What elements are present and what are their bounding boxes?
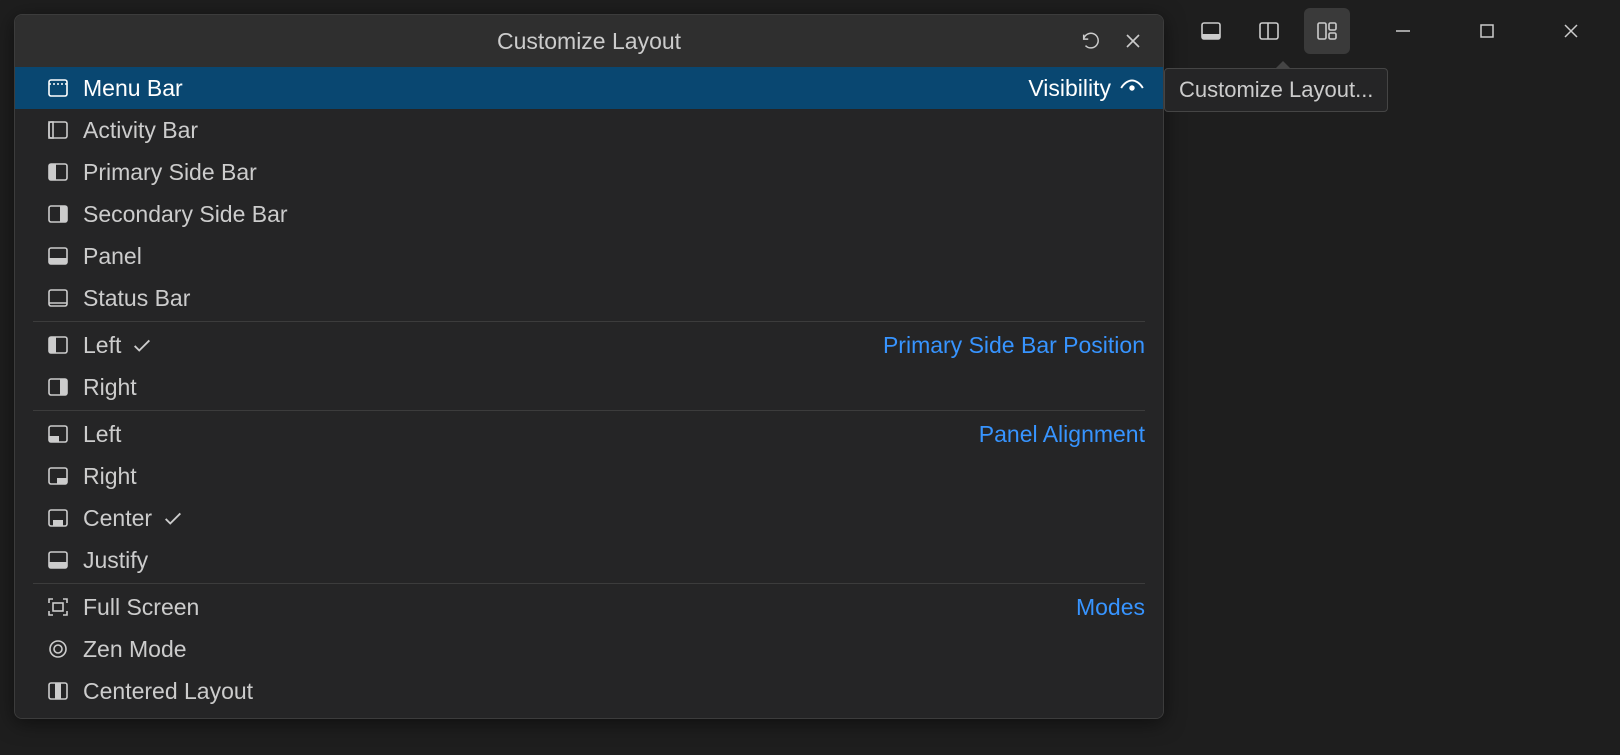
customize-layout-tooltip: Customize Layout...: [1164, 68, 1388, 112]
menu-bar-icon: [45, 75, 71, 101]
layout-left-icon: [45, 332, 71, 358]
panel-header: Customize Layout: [15, 15, 1163, 67]
item-pa-justify[interactable]: Justify: [15, 539, 1163, 581]
item-psbp-right[interactable]: Right: [15, 366, 1163, 408]
secondary-side-bar-icon: [45, 201, 71, 227]
toggle-sidebar-icon[interactable]: [1246, 8, 1292, 54]
window-minimize-icon[interactable]: [1380, 8, 1426, 54]
panel-header-actions: [1075, 25, 1163, 57]
panel-title: Customize Layout: [15, 28, 1163, 55]
group-label-psbp: Primary Side Bar Position: [883, 332, 1145, 359]
panel-body: Menu Bar Visibility Activity Bar: [15, 67, 1163, 718]
visibility-eye-icon[interactable]: [1119, 77, 1145, 99]
item-label: Panel: [83, 243, 142, 270]
item-pa-right[interactable]: Right: [15, 455, 1163, 497]
panel-left-icon: [45, 421, 71, 447]
close-panel-icon[interactable]: [1117, 25, 1149, 57]
reset-icon[interactable]: [1075, 25, 1107, 57]
window-maximize-icon[interactable]: [1464, 8, 1510, 54]
window-controls: [1380, 8, 1594, 54]
item-status-bar[interactable]: Status Bar: [15, 277, 1163, 319]
layout-right-icon: [45, 374, 71, 400]
customize-layout-panel: Customize Layout: [14, 14, 1164, 719]
separator: [33, 410, 1145, 411]
item-full-screen[interactable]: Full Screen Modes: [15, 586, 1163, 628]
item-label: Full Screen: [83, 594, 199, 621]
group-label-pa: Panel Alignment: [979, 421, 1145, 448]
customize-layout-icon[interactable]: [1304, 8, 1350, 54]
toggle-panel-icon[interactable]: [1188, 8, 1234, 54]
titlebar-layout-controls: [1188, 8, 1358, 54]
item-label: Centered Layout: [83, 678, 253, 705]
item-pa-center[interactable]: Center: [15, 497, 1163, 539]
item-panel[interactable]: Panel: [15, 235, 1163, 277]
panel-right-icon: [45, 463, 71, 489]
separator: [33, 583, 1145, 584]
panel-center-icon: [45, 505, 71, 531]
primary-side-bar-icon: [45, 159, 71, 185]
item-label: Secondary Side Bar: [83, 201, 288, 228]
group-label-visibility: Visibility: [1028, 75, 1111, 102]
panel-justify-icon: [45, 547, 71, 573]
item-label: Primary Side Bar: [83, 159, 257, 186]
item-menu-bar[interactable]: Menu Bar Visibility: [15, 67, 1163, 109]
item-label: Right: [83, 374, 137, 401]
item-label: Justify: [83, 547, 148, 574]
item-label: Activity Bar: [83, 117, 198, 144]
activity-bar-icon: [45, 117, 71, 143]
item-label: Zen Mode: [83, 636, 187, 663]
item-label: Right: [83, 463, 137, 490]
status-bar-icon: [45, 285, 71, 311]
item-label: Center: [83, 505, 152, 532]
item-secondary-side-bar[interactable]: Secondary Side Bar: [15, 193, 1163, 235]
checkmark-icon: [131, 334, 153, 356]
window-close-icon[interactable]: [1548, 8, 1594, 54]
checkmark-icon: [162, 507, 184, 529]
item-label: Status Bar: [83, 285, 190, 312]
item-psbp-left[interactable]: Left Primary Side Bar Position: [15, 324, 1163, 366]
item-centered-layout[interactable]: Centered Layout: [15, 670, 1163, 712]
item-label: Left: [83, 332, 121, 359]
group-label-modes: Modes: [1076, 594, 1145, 621]
full-screen-icon: [45, 594, 71, 620]
item-pa-left[interactable]: Left Panel Alignment: [15, 413, 1163, 455]
centered-layout-icon: [45, 678, 71, 704]
item-label: Menu Bar: [83, 75, 183, 102]
item-zen-mode[interactable]: Zen Mode: [15, 628, 1163, 670]
zen-mode-icon: [45, 636, 71, 662]
item-label: Left: [83, 421, 121, 448]
item-activity-bar[interactable]: Activity Bar: [15, 109, 1163, 151]
item-primary-side-bar[interactable]: Primary Side Bar: [15, 151, 1163, 193]
separator: [33, 321, 1145, 322]
panel-icon: [45, 243, 71, 269]
